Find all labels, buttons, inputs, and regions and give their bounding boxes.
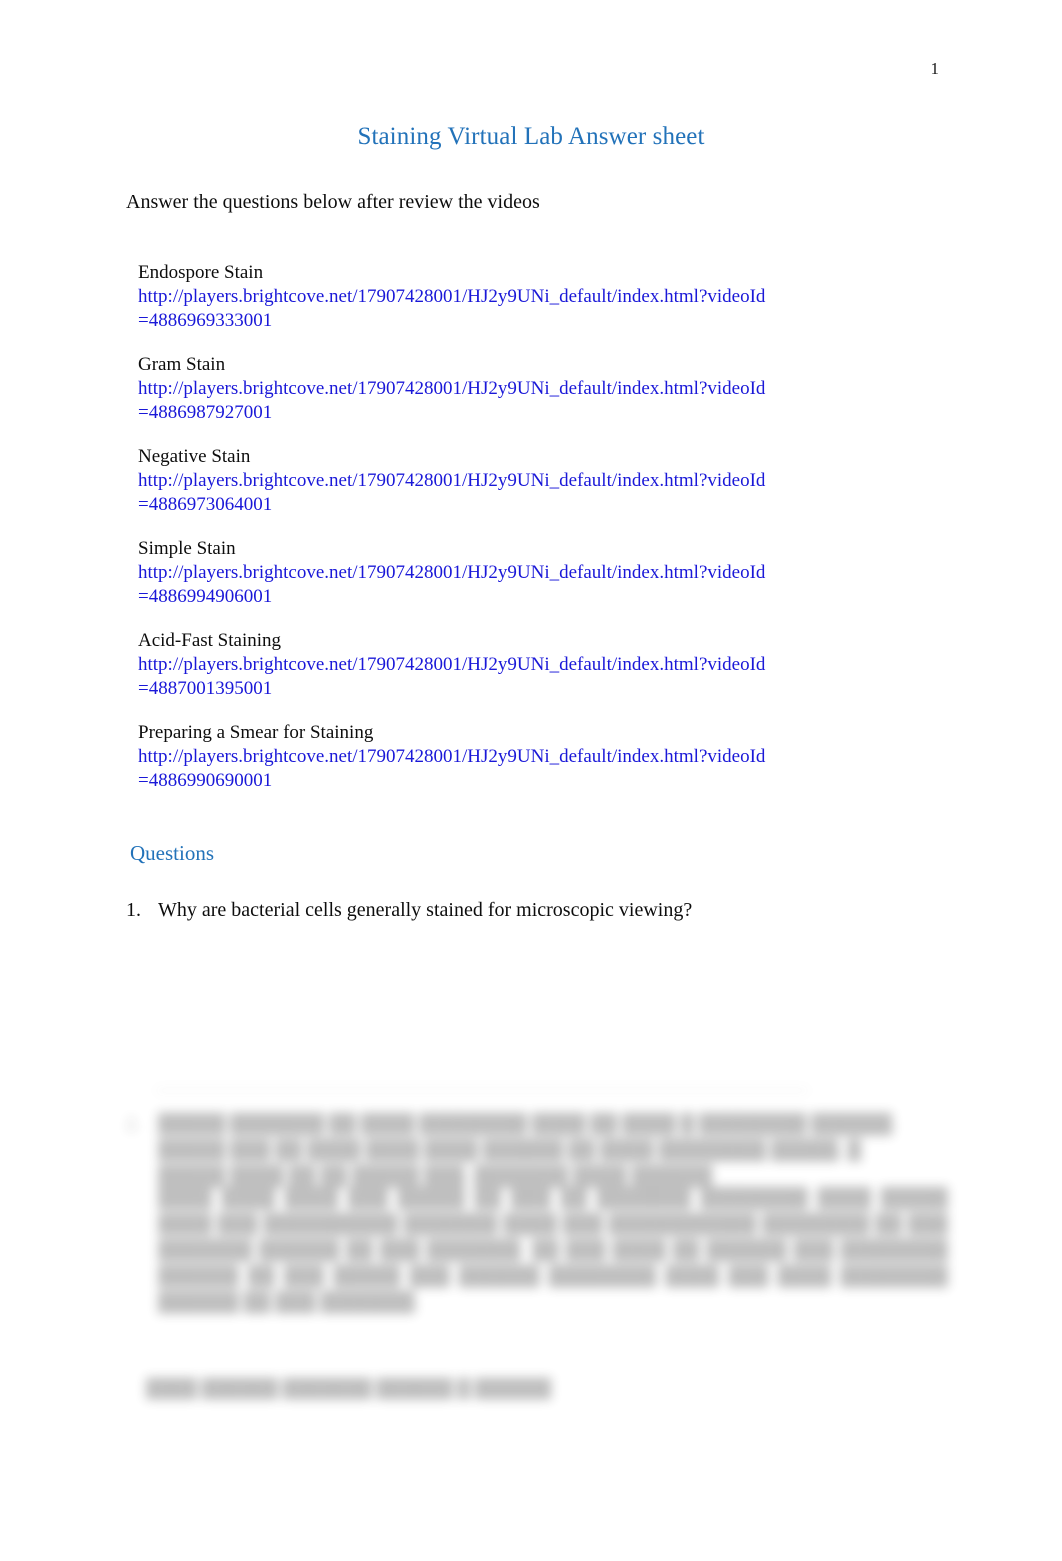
- video-url-link[interactable]: http://players.brightcove.net/1790742800…: [138, 561, 770, 609]
- document-page: 1 Staining Virtual Lab Answer sheet Answ…: [0, 0, 1062, 1561]
- question-number: 1.: [126, 899, 141, 921]
- blurred-question-text: █████ ███████ ██ ████ ████████ ████ ██ █…: [158, 1114, 897, 1187]
- blurred-question-item: 2. █████ ███████ ██ ████ ████████ ████ ██…: [126, 1112, 926, 1190]
- video-link-group: Endospore Stain http://players.brightcov…: [138, 261, 838, 333]
- video-url-link[interactable]: http://players.brightcove.net/1790742800…: [138, 469, 770, 517]
- video-links-list: Endospore Stain http://players.brightcov…: [138, 261, 838, 793]
- questions-heading: Questions: [130, 841, 214, 865]
- question-item-1: 1. Why are bacterial cells generally stai…: [126, 898, 926, 923]
- video-url-link[interactable]: http://players.brightcove.net/1790742800…: [138, 285, 770, 333]
- page-number: 1: [930, 59, 940, 78]
- video-link-group: Gram Stain http://players.brightcove.net…: [138, 353, 838, 425]
- blurred-content-region: 2. █████ ███████ ██ ████ ████████ ████ ██…: [118, 1068, 948, 1418]
- blurred-answer-paragraph: ████ ████ ████ ███ █████ ██ ███ ██ █████…: [158, 1188, 948, 1313]
- video-link-group: Preparing a Smear for Staining http://pl…: [138, 721, 838, 793]
- video-link-group: Acid-Fast Staining http://players.bright…: [138, 629, 838, 701]
- video-label: Negative Stain: [138, 446, 251, 467]
- video-url-link[interactable]: http://players.brightcove.net/1790742800…: [138, 745, 770, 793]
- video-url-link[interactable]: http://players.brightcove.net/1790742800…: [138, 653, 770, 701]
- video-label: Simple Stain: [138, 538, 236, 559]
- video-label: Preparing a Smear for Staining: [138, 722, 374, 743]
- video-link-group: Simple Stain http://players.brightcove.n…: [138, 537, 838, 609]
- blurred-footer-text: ████ ██████ ███████ ██████ █ ██████: [146, 1378, 552, 1398]
- video-label: Acid-Fast Staining: [138, 630, 282, 651]
- video-url-link[interactable]: http://players.brightcove.net/1790742800…: [138, 377, 770, 425]
- blurred-question-number: 2.: [126, 1114, 141, 1135]
- video-label: Gram Stain: [138, 354, 226, 375]
- intro-instruction: Answer the questions below after review …: [126, 191, 540, 213]
- video-label: Endospore Stain: [138, 262, 264, 283]
- question-text: Why are bacterial cells generally staine…: [158, 899, 693, 921]
- video-link-group: Negative Stain http://players.brightcove…: [138, 445, 838, 517]
- blurred-divider-rule: [156, 1090, 808, 1091]
- document-title: Staining Virtual Lab Answer sheet: [357, 123, 705, 150]
